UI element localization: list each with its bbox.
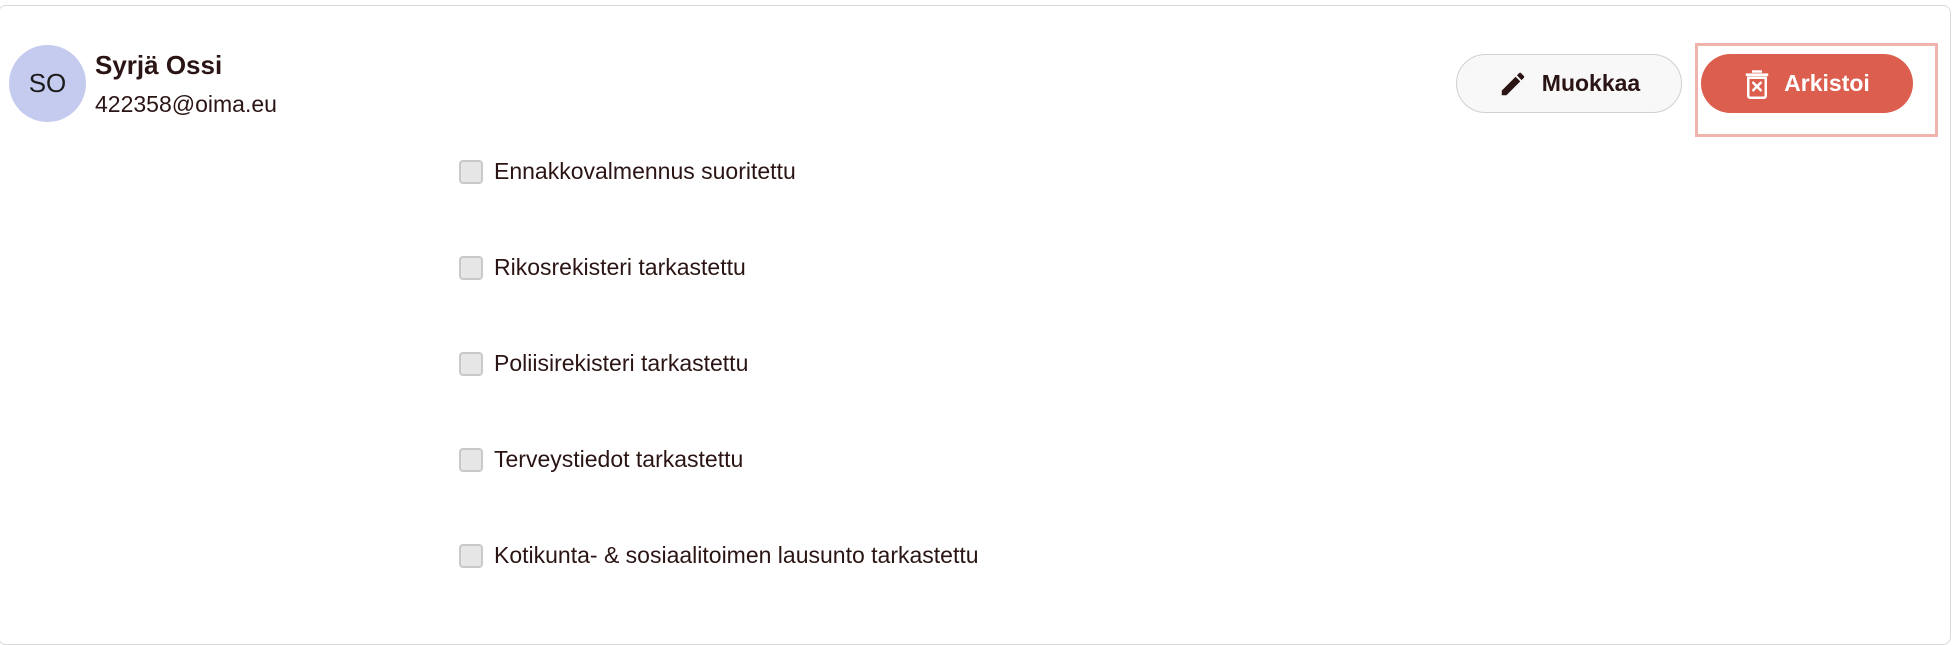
checkbox[interactable] [459,351,483,376]
checkbox[interactable] [459,255,483,280]
pencil-icon [1498,69,1528,99]
user-name: Syrjä Ossi [95,50,223,80]
checklist-item-ennakkovalmennus[interactable]: Ennakkovalmennus suoritettu [459,158,796,185]
avatar-initials: SO [28,68,67,98]
checkbox[interactable] [459,159,483,184]
checkbox[interactable] [459,543,483,568]
checkbox[interactable] [459,447,483,472]
checklist-item-terveystiedot[interactable]: Terveystiedot tarkastettu [459,446,743,473]
checklist-label: Rikosrekisteri tarkastettu [494,254,746,280]
checklist-label: Kotikunta- & sosiaalitoimen lausunto tar… [494,542,979,568]
checklist-item-poliisirekisteri[interactable]: Poliisirekisteri tarkastettu [459,350,748,377]
checklist-label: Poliisirekisteri tarkastettu [494,350,749,376]
user-email: 422358@oima.eu [95,91,277,117]
checklist-item-rikosrekisteri[interactable]: Rikosrekisteri tarkastettu [459,254,746,281]
archive-button-label: Arkistoi [1784,70,1870,96]
avatar: SO [9,45,86,122]
checklist-label: Ennakkovalmennus suoritettu [494,158,796,184]
edit-button[interactable]: Muokkaa [1456,54,1682,113]
edit-button-label: Muokkaa [1541,70,1641,96]
checklist-item-lausunto[interactable]: Kotikunta- & sosiaalitoimen lausunto tar… [459,542,979,569]
trash-x-icon [1744,69,1770,99]
checklist-label: Terveystiedot tarkastettu [494,446,744,472]
archive-button[interactable]: Arkistoi [1701,54,1913,113]
